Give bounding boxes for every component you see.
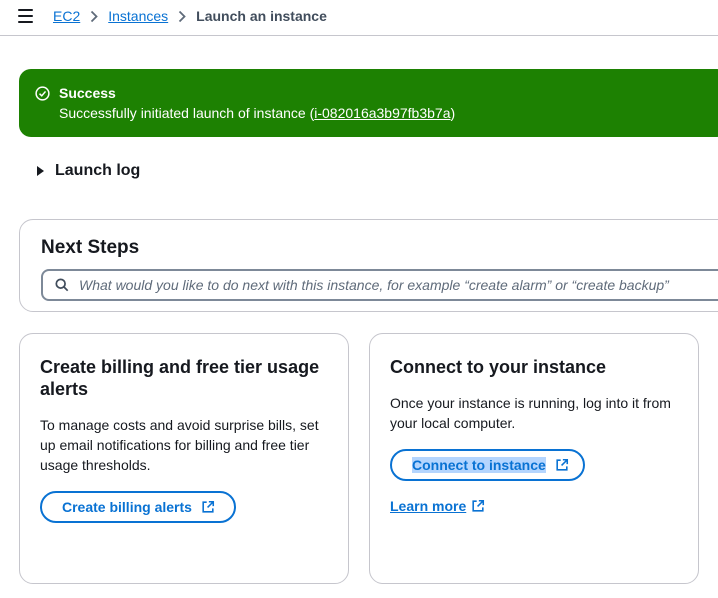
connect-card-title: Connect to your instance <box>390 357 607 377</box>
billing-card-body: To manage costs and avoid surprise bills… <box>40 417 319 473</box>
launch-log-toggle[interactable]: Launch log <box>37 162 140 180</box>
search-input[interactable] <box>79 277 718 293</box>
success-check-icon <box>35 86 50 101</box>
connect-to-instance-button[interactable]: Connect to instance <box>390 449 585 481</box>
breadcrumb: EC2 Instances Launch an instance <box>53 8 327 24</box>
menu-icon[interactable] <box>18 9 34 25</box>
breadcrumb-instances[interactable]: Instances <box>108 8 168 24</box>
flash-message: Successfully initiated launch of instanc… <box>59 104 718 122</box>
connect-instance-card: Connect to your instance Once your insta… <box>369 333 699 584</box>
flash-title: Success <box>59 85 116 101</box>
external-link-icon <box>202 500 214 513</box>
next-steps-search <box>41 269 718 301</box>
caret-right-icon <box>37 166 44 176</box>
learn-more-link[interactable]: Learn more <box>390 498 485 514</box>
search-icon <box>55 278 69 292</box>
chevron-right-icon <box>80 10 108 23</box>
breadcrumb-current: Launch an instance <box>196 8 327 24</box>
connect-card-body: Once your instance is running, log into … <box>390 395 671 431</box>
create-billing-alerts-button[interactable]: Create billing alerts <box>40 491 236 523</box>
success-flash: Success Successfully initiated launch of… <box>19 69 718 137</box>
top-bar: EC2 Instances Launch an instance <box>0 0 718 36</box>
next-steps-title: Next Steps <box>41 237 140 258</box>
flash-message-suffix: ) <box>450 105 456 121</box>
chevron-right-icon <box>168 10 196 23</box>
create-billing-alerts-label: Create billing alerts <box>62 499 192 515</box>
external-link-icon <box>472 499 485 512</box>
billing-card-title: Create billing and free tier usage alert… <box>40 357 320 399</box>
breadcrumb-ec2[interactable]: EC2 <box>53 8 80 24</box>
instance-id-link[interactable]: i-082016a3b97fb3b7a <box>314 105 450 121</box>
connect-to-instance-label: Connect to instance <box>412 457 546 473</box>
flash-message-prefix: Successfully initiated launch of instanc… <box>59 105 315 121</box>
next-steps-panel: Next Steps <box>19 219 718 312</box>
launch-log-label: Launch log <box>55 162 141 179</box>
billing-alerts-card: Create billing and free tier usage alert… <box>19 333 349 584</box>
external-link-icon <box>556 458 568 471</box>
learn-more-label: Learn more <box>390 498 467 514</box>
